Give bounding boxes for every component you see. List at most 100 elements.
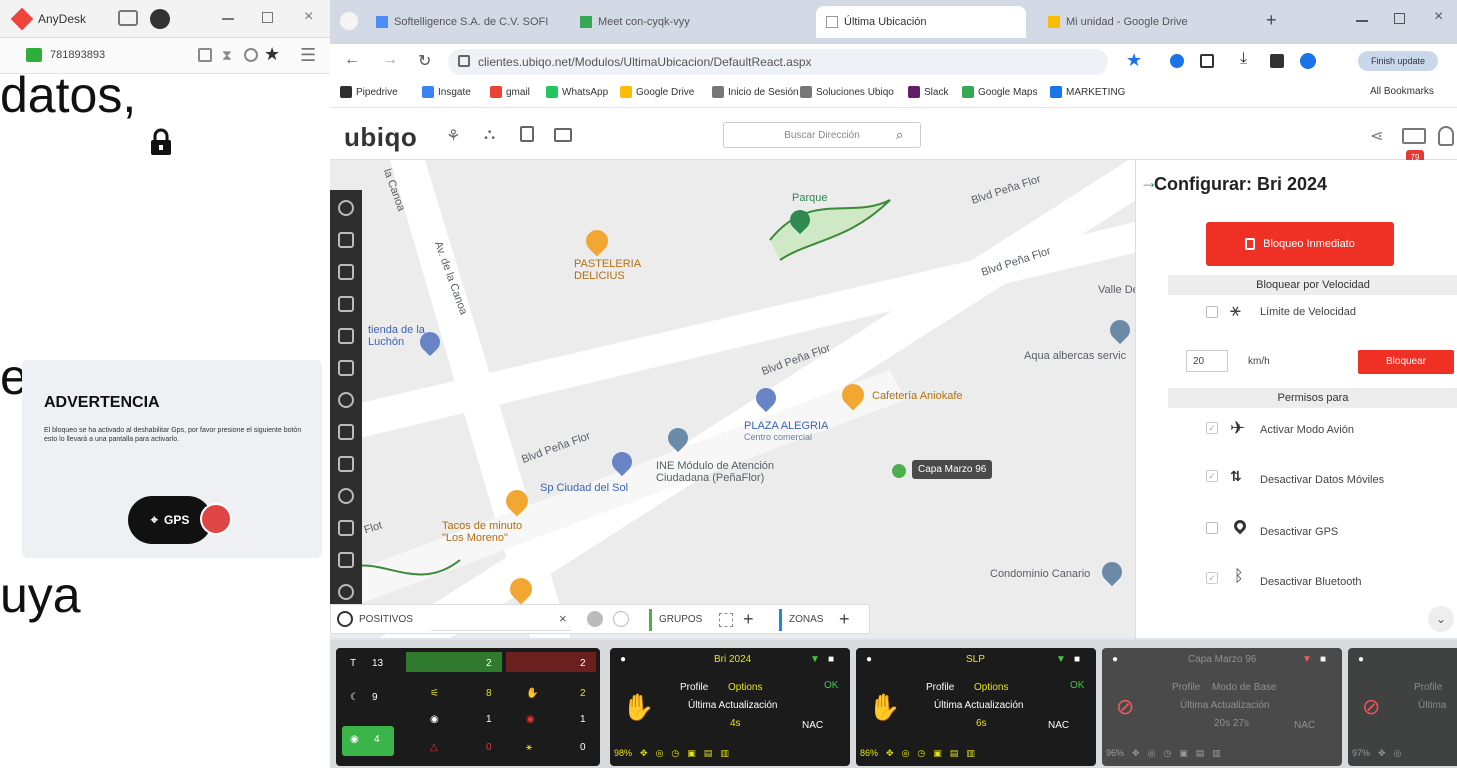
bookmark-item[interactable]: Pipedrive bbox=[340, 86, 398, 98]
maximize-icon[interactable] bbox=[262, 12, 273, 23]
document-icon[interactable] bbox=[520, 126, 534, 142]
walker-tool-icon[interactable] bbox=[338, 552, 354, 568]
profile-icon[interactable] bbox=[1300, 53, 1316, 69]
refresh-tool-icon[interactable] bbox=[338, 584, 354, 600]
layers-tool-icon[interactable] bbox=[338, 232, 354, 248]
groups-select-icon[interactable] bbox=[719, 613, 733, 627]
vehicle-label[interactable]: Capa Marzo 96 bbox=[912, 460, 993, 479]
menu-icon[interactable]: ☰ bbox=[300, 45, 316, 66]
immediate-block-button[interactable]: Bloqueo Inmediato bbox=[1206, 222, 1394, 266]
move-icon[interactable]: ✥ bbox=[1378, 748, 1386, 759]
tab-softelligence[interactable]: Softelligence S.A. de C.V. SOFI bbox=[366, 6, 566, 38]
perm-checkbox-gps[interactable] bbox=[1206, 522, 1218, 534]
photo-action-icon[interactable]: ▣ bbox=[1179, 748, 1188, 759]
bookmark-item[interactable]: MARKETING bbox=[1050, 86, 1125, 98]
bookmark-item[interactable]: Google Maps bbox=[962, 86, 1037, 98]
location-filter-icon[interactable] bbox=[587, 611, 603, 627]
record-icon[interactable] bbox=[150, 9, 170, 29]
sidepanel-icon[interactable] bbox=[1270, 54, 1284, 68]
options-select[interactable]: Options bbox=[728, 682, 762, 693]
move-icon[interactable]: ✥ bbox=[1132, 748, 1140, 759]
lock-action-icon[interactable]: ▥ bbox=[1212, 748, 1221, 759]
camera-action-icon[interactable]: ▤ bbox=[704, 748, 713, 759]
download-icon[interactable]: ⤓ bbox=[1240, 50, 1247, 68]
speed-checkbox[interactable] bbox=[1206, 306, 1218, 318]
hourglass-icon[interactable]: ⧗ bbox=[222, 47, 232, 64]
device-card-capa[interactable]: ● Capa Marzo 96 ▼ ■ ⊘ Profile Modo de Ba… bbox=[1102, 648, 1342, 766]
clock-action-icon[interactable]: ◷ bbox=[917, 748, 925, 759]
alert-tool-icon[interactable] bbox=[338, 520, 354, 536]
filter-icon[interactable] bbox=[613, 611, 629, 627]
tools-icon[interactable] bbox=[244, 48, 258, 62]
photo-action-icon[interactable]: ▣ bbox=[933, 748, 942, 759]
search-icon[interactable]: ⌕ bbox=[896, 127, 903, 143]
bookmark-star-icon[interactable]: ★ bbox=[1126, 50, 1142, 71]
url-field[interactable]: clientes.ubiqo.net/Modulos/UltimaUbicaci… bbox=[448, 49, 1108, 75]
perm-checkbox-airplane[interactable]: ✓ bbox=[1206, 422, 1218, 434]
clock-action-icon[interactable]: ◷ bbox=[1163, 748, 1171, 759]
pin-action-icon[interactable]: ◎ bbox=[1148, 748, 1156, 759]
pin-action-icon[interactable]: ◎ bbox=[656, 748, 664, 759]
back-icon[interactable]: ← bbox=[344, 51, 360, 69]
keyboard-icon[interactable] bbox=[198, 48, 212, 62]
view-tool-icon[interactable] bbox=[338, 392, 354, 408]
speed-block-button[interactable]: Bloquear bbox=[1358, 350, 1454, 374]
photo-action-icon[interactable]: ▣ bbox=[687, 748, 696, 759]
tab-google-drive[interactable]: Mi unidad - Google Drive bbox=[1038, 6, 1238, 38]
bookmark-item[interactable]: Inicio de Sesión bbox=[712, 86, 799, 98]
perm-checkbox-bluetooth[interactable]: ✓ bbox=[1206, 572, 1218, 584]
pin-action-icon[interactable]: ◎ bbox=[902, 748, 910, 759]
history-tool-icon[interactable] bbox=[338, 328, 354, 344]
clock-action-icon[interactable]: ◷ bbox=[671, 748, 679, 759]
clipboard-tool-icon[interactable] bbox=[338, 424, 354, 440]
window-minimize-icon[interactable] bbox=[1356, 20, 1368, 22]
tab-ultima-ubicacion[interactable]: Última Ubicación bbox=[816, 6, 1026, 38]
perm-checkbox-data[interactable]: ✓ bbox=[1206, 470, 1218, 482]
bookmark-item[interactable]: Soluciones Ubiqo bbox=[800, 86, 894, 98]
star-icon[interactable]: ★ bbox=[264, 44, 280, 65]
tab-meet[interactable]: Meet con-cyqk-vyy bbox=[570, 6, 770, 38]
camera-action-icon[interactable]: ▤ bbox=[950, 748, 959, 759]
bookmark-item[interactable]: WhatsApp bbox=[546, 86, 608, 98]
new-tab-icon[interactable]: + bbox=[1266, 10, 1277, 31]
add-zone-icon[interactable]: + bbox=[839, 609, 850, 630]
display-icon[interactable] bbox=[118, 10, 138, 26]
bookmark-item[interactable]: Insgate bbox=[422, 86, 471, 98]
clock-tool-icon[interactable] bbox=[338, 488, 354, 504]
calendar-tool-icon[interactable] bbox=[338, 456, 354, 472]
reload-icon[interactable]: ↻ bbox=[418, 51, 431, 71]
info-tool-icon[interactable] bbox=[338, 200, 354, 216]
measure-tool-icon[interactable] bbox=[338, 360, 354, 376]
report-tool-icon[interactable] bbox=[338, 264, 354, 280]
move-icon[interactable]: ✥ bbox=[886, 748, 894, 759]
refresh-icon[interactable] bbox=[337, 611, 353, 627]
extension-icon[interactable] bbox=[1170, 54, 1184, 68]
mail-icon[interactable] bbox=[1402, 128, 1426, 144]
lock-action-icon[interactable]: ▥ bbox=[966, 748, 975, 759]
user-icon[interactable] bbox=[1438, 126, 1454, 146]
share-icon[interactable]: ⋖ bbox=[1370, 126, 1383, 146]
extensions-puzzle-icon[interactable] bbox=[1200, 54, 1214, 68]
move-icon[interactable]: ✥ bbox=[640, 748, 648, 759]
close-icon[interactable]: × bbox=[304, 8, 313, 26]
bookmark-item[interactable]: Slack bbox=[908, 86, 948, 98]
tab-search-icon[interactable] bbox=[340, 12, 358, 30]
site-info-icon[interactable] bbox=[458, 55, 470, 67]
folder-icon[interactable] bbox=[554, 128, 572, 142]
add-group-icon[interactable]: + bbox=[743, 609, 754, 630]
bookmark-item[interactable]: Google Drive bbox=[620, 86, 694, 98]
options-select[interactable]: Modo de Base bbox=[1212, 682, 1277, 693]
address-search-input[interactable]: Buscar Dirección ⌕ bbox=[723, 122, 921, 148]
minimize-icon[interactable] bbox=[222, 18, 234, 20]
vehicle-marker-icon[interactable] bbox=[892, 464, 906, 478]
lock-action-icon[interactable]: ▥ bbox=[720, 748, 729, 759]
all-bookmarks[interactable]: All Bookmarks bbox=[1370, 86, 1434, 97]
clear-icon[interactable]: × bbox=[559, 611, 567, 626]
device-card-slp[interactable]: ● SLP ▼ ■ ✋ Profile Options Última Actua… bbox=[856, 648, 1096, 766]
device-card-4[interactable]: ● ⊘ Profile Última 97% ✥ ◎ bbox=[1348, 648, 1457, 766]
forward-icon[interactable]: → bbox=[382, 51, 398, 69]
finish-update-button[interactable]: Finish update bbox=[1358, 51, 1438, 71]
pin-action-icon[interactable]: ◎ bbox=[1394, 748, 1402, 759]
scroll-down-button[interactable]: ⌄ bbox=[1428, 606, 1454, 632]
bookmark-item[interactable]: gmail bbox=[490, 86, 530, 98]
